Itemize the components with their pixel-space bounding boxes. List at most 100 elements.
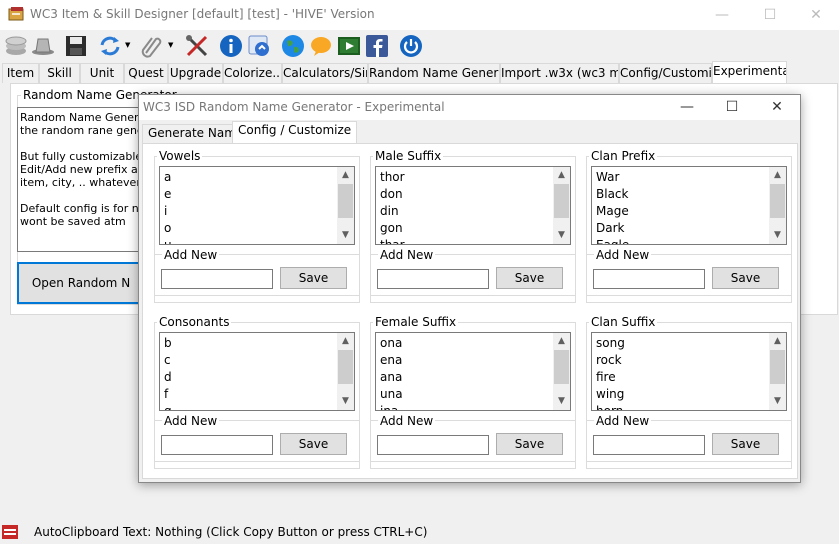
tab-upgrade[interactable]: Upgrade [168, 63, 223, 83]
chevron-down-icon[interactable]: ▼ [168, 42, 174, 49]
scroll-up-icon[interactable]: ▲ [553, 167, 570, 184]
scroll-up-icon[interactable]: ▲ [553, 333, 570, 350]
vowels-save-button[interactable]: Save [280, 267, 347, 289]
minimize-button[interactable]: — [712, 6, 732, 24]
dialog-close-button[interactable]: ✕ [767, 99, 787, 115]
close-button[interactable]: ✕ [806, 6, 826, 24]
paperclip-icon[interactable] [138, 33, 164, 59]
list-item[interactable]: Black [596, 186, 628, 203]
maximize-button[interactable]: ☐ [760, 6, 780, 24]
clan-suffix-listbox[interactable]: song rock fire wing horn ▲ ▼ [591, 332, 787, 411]
scroll-down-icon[interactable]: ▼ [553, 227, 570, 244]
vertical-scrollbar[interactable]: ▲ ▼ [337, 167, 354, 244]
list-item[interactable]: ena [380, 352, 402, 369]
scroll-down-icon[interactable]: ▼ [769, 393, 786, 410]
scrollbar-thumb[interactable] [554, 350, 569, 384]
scroll-down-icon[interactable]: ▼ [337, 227, 354, 244]
vertical-scrollbar[interactable]: ▲ ▼ [769, 333, 786, 410]
chat-bubble-icon[interactable] [308, 33, 334, 59]
clan-prefix-listbox[interactable]: War Black Mage Dark Eagle ▲ ▼ [591, 166, 787, 245]
clan-suffix-save-button[interactable]: Save [712, 433, 779, 455]
dialog-minimize-button[interactable]: — [677, 99, 697, 115]
scroll-up-icon[interactable]: ▲ [337, 167, 354, 184]
list-item[interactable]: b [164, 335, 172, 352]
description-textbox[interactable]: Random Name Generator the random rane ge… [17, 107, 145, 252]
list-item[interactable]: War [596, 169, 619, 186]
tab-skill[interactable]: Skill [39, 63, 80, 83]
vertical-scrollbar[interactable]: ▲ ▼ [553, 333, 570, 410]
list-item[interactable]: Dark [596, 220, 624, 237]
open-random-name-generator-button[interactable]: Open Random N [17, 262, 145, 304]
tab-item[interactable]: Item [2, 63, 39, 83]
consonants-add-new-input[interactable] [161, 435, 273, 455]
hat-icon[interactable] [30, 33, 56, 59]
scroll-up-icon[interactable]: ▲ [337, 333, 354, 350]
refresh-icon[interactable] [97, 33, 123, 59]
vowels-listbox[interactable]: a e i o u ▲ ▼ [159, 166, 355, 245]
list-item[interactable]: a [164, 169, 171, 186]
list-item[interactable]: gon [380, 220, 403, 237]
tab-quest[interactable]: Quest [124, 63, 168, 83]
female-suffix-save-button[interactable]: Save [496, 433, 563, 455]
list-item[interactable]: g [164, 403, 172, 410]
power-icon[interactable] [398, 33, 424, 59]
coins-stack-icon[interactable] [3, 33, 29, 59]
tab-config-customize[interactable]: Config/Customize [619, 63, 712, 83]
tab-experimental[interactable]: Experimental [712, 61, 787, 83]
scroll-down-icon[interactable]: ▼ [553, 393, 570, 410]
list-item[interactable]: ina [380, 403, 398, 410]
clan-prefix-save-button[interactable]: Save [712, 267, 779, 289]
scroll-down-icon[interactable]: ▼ [769, 227, 786, 244]
video-icon[interactable] [336, 33, 362, 59]
save-icon[interactable] [63, 33, 89, 59]
list-item[interactable]: o [164, 220, 171, 237]
list-item[interactable]: don [380, 186, 403, 203]
list-item[interactable]: u [164, 237, 172, 244]
consonants-save-button[interactable]: Save [280, 433, 347, 455]
female-suffix-add-new-input[interactable] [377, 435, 489, 455]
list-item[interactable]: ana [380, 369, 402, 386]
list-item[interactable]: Eagle [596, 237, 629, 244]
male-suffix-save-button[interactable]: Save [496, 267, 563, 289]
female-suffix-listbox[interactable]: ona ena ana una ina ▲ ▼ [375, 332, 571, 411]
clan-prefix-add-new-input[interactable] [593, 269, 705, 289]
scroll-up-icon[interactable]: ▲ [769, 333, 786, 350]
list-item[interactable]: thor [380, 169, 405, 186]
facebook-icon[interactable] [364, 33, 390, 59]
list-item[interactable]: d [164, 369, 172, 386]
info-icon[interactable] [218, 33, 244, 59]
tab-config-customize-dialog[interactable]: Config / Customize [232, 121, 358, 143]
list-item[interactable]: horn [596, 403, 623, 410]
tab-import[interactable]: Import .w3x (wc3 map) [500, 63, 619, 83]
scrollbar-thumb[interactable] [554, 184, 569, 218]
vertical-scrollbar[interactable]: ▲ ▼ [769, 167, 786, 244]
list-item[interactable]: rock [596, 352, 622, 369]
clan-suffix-add-new-input[interactable] [593, 435, 705, 455]
list-item[interactable]: song [596, 335, 625, 352]
tab-colorize[interactable]: Colorize... [223, 63, 282, 83]
list-item[interactable]: ona [380, 335, 402, 352]
male-suffix-add-new-input[interactable] [377, 269, 489, 289]
dialog-maximize-button[interactable]: ☐ [722, 99, 742, 115]
vertical-scrollbar[interactable]: ▲ ▼ [337, 333, 354, 410]
scroll-down-icon[interactable]: ▼ [337, 393, 354, 410]
scrollbar-thumb[interactable] [770, 350, 785, 384]
tab-unit[interactable]: Unit [80, 63, 124, 83]
tab-calculators[interactable]: Calculators/Sim [282, 63, 368, 83]
chevron-down-icon[interactable]: ▼ [125, 42, 131, 49]
consonants-listbox[interactable]: b c d f g ▲ ▼ [159, 332, 355, 411]
list-item[interactable]: una [380, 386, 403, 403]
update-icon[interactable] [246, 33, 272, 59]
vertical-scrollbar[interactable]: ▲ ▼ [553, 167, 570, 244]
list-item[interactable]: i [164, 203, 167, 220]
tools-icon[interactable] [184, 33, 210, 59]
globe-icon[interactable] [280, 33, 306, 59]
list-item[interactable]: f [164, 386, 168, 403]
male-suffix-listbox[interactable]: thor don din gon thar ▲ ▼ [375, 166, 571, 245]
list-item[interactable]: e [164, 186, 171, 203]
list-item[interactable]: thar [380, 237, 405, 244]
scrollbar-thumb[interactable] [338, 350, 353, 384]
scroll-up-icon[interactable]: ▲ [769, 167, 786, 184]
list-item[interactable]: din [380, 203, 399, 220]
list-item[interactable]: c [164, 352, 171, 369]
